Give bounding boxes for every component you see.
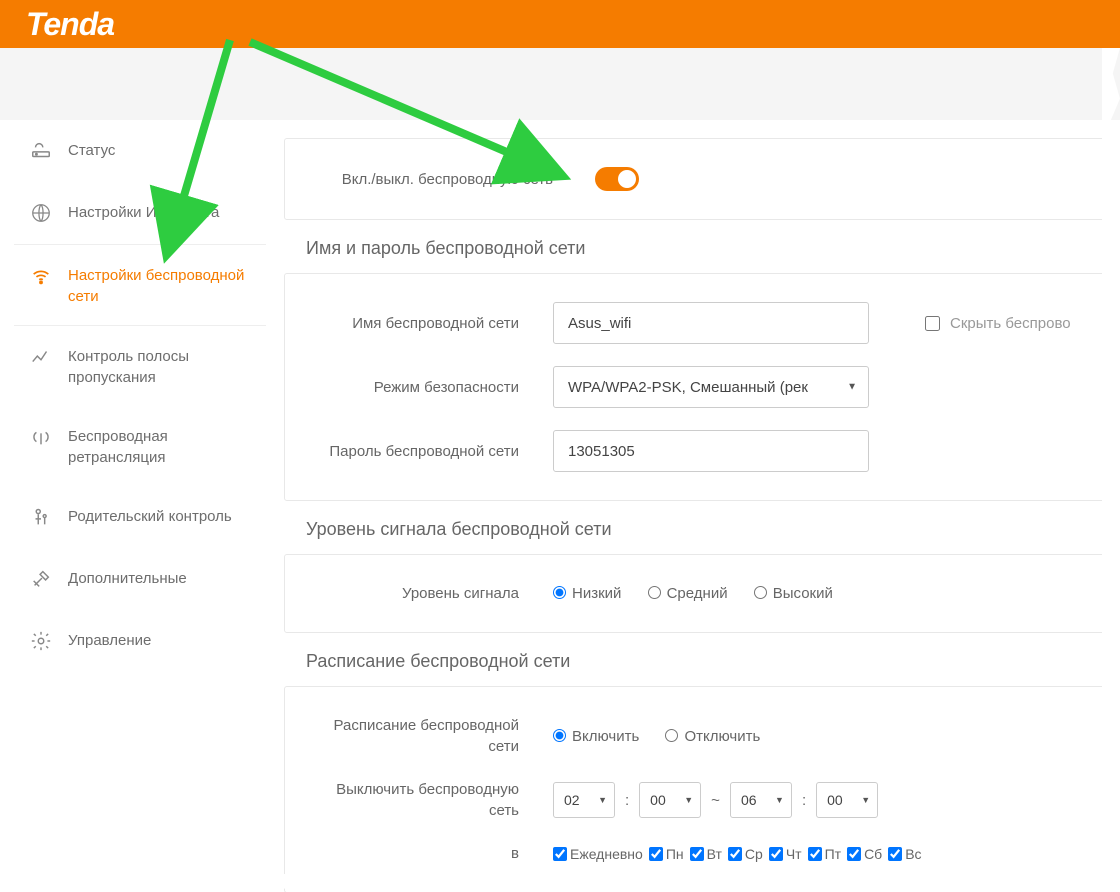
toolbar-spacer [0, 48, 1120, 120]
wifi-toggle-label: Вкл./выкл. беспроводную сеть [307, 171, 553, 188]
tools-icon [28, 566, 54, 592]
sidebar-item-advanced[interactable]: Дополнительные [14, 548, 266, 610]
sidebar-item-label: Настройки беспроводной сети [68, 263, 252, 307]
sidebar-item-wireless[interactable]: Настройки беспроводной сети [14, 244, 266, 326]
main-content: Вкл./выкл. беспроводную сеть Имя и парол… [266, 120, 1106, 892]
signal-high-radio[interactable]: Высокий [754, 585, 833, 602]
signal-level-label: Уровень сигнала [307, 583, 553, 604]
header: Tenda [0, 0, 1120, 48]
sidebar-item-label: Управление [68, 628, 151, 651]
days-in-label: в [307, 843, 553, 864]
time-colon-1: : [625, 792, 629, 809]
day-thu[interactable]: Чт [769, 846, 802, 862]
sidebar-item-internet[interactable]: Настройки Интернета [14, 182, 266, 244]
time-range: 02 : 00 ~ 06 : 00 [553, 782, 878, 818]
sidebar-item-management[interactable]: Управление [14, 610, 266, 672]
signal-level-radios: Низкий Средний Высокий [553, 585, 855, 602]
ssid-label: Имя беспроводной сети [307, 313, 553, 334]
sidebar-item-label: Статус [68, 138, 115, 161]
brand-logo: Tenda [26, 6, 114, 43]
sidebar-item-label: Родительский контроль [68, 504, 232, 527]
schedule-label: Расписание беспроводной сети [307, 715, 553, 757]
time-to-hour[interactable]: 06 [730, 782, 792, 818]
sidebar-item-label: Беспроводная ретрансляция [68, 424, 252, 468]
chart-line-icon [28, 344, 54, 370]
section-title-schedule: Расписание беспроводной сети [306, 651, 1106, 672]
wifi-toggle[interactable] [595, 167, 639, 191]
sidebar-item-bandwidth[interactable]: Контроль полосы пропускания [14, 326, 266, 406]
time-from-hour[interactable]: 02 [553, 782, 615, 818]
time-to-min[interactable]: 00 [816, 782, 878, 818]
sidebar-item-label: Дополнительные [68, 566, 187, 589]
off-time-label: Выключить беспроводную сеть [307, 779, 553, 821]
day-sun[interactable]: Вс [888, 846, 921, 862]
signal-panel: Уровень сигнала Низкий Средний Высокий [284, 554, 1106, 633]
name-password-panel: Имя беспроводной сети Скрыть беспрово Ре… [284, 273, 1106, 501]
sidebar-item-label: Контроль полосы пропускания [68, 344, 252, 388]
sidebar-item-repeater[interactable]: Беспроводная ретрансляция [14, 406, 266, 486]
sidebar-item-status[interactable]: Статус [14, 120, 266, 182]
days-checkboxes: Ежедневно Пн Вт Ср Чт Пт Сб Вс [553, 846, 926, 862]
sidebar-item-label: Настройки Интернета [68, 200, 219, 223]
router-icon [28, 138, 54, 164]
antenna-icon [28, 424, 54, 450]
day-wed[interactable]: Ср [728, 846, 763, 862]
hide-ssid-checkbox-input[interactable] [925, 316, 940, 331]
schedule-enable-radio[interactable]: Включить [553, 728, 639, 745]
sidebar-item-parental[interactable]: Родительский контроль [14, 486, 266, 548]
day-daily[interactable]: Ежедневно [553, 846, 643, 862]
password-label: Пароль беспроводной сети [307, 441, 553, 462]
time-tilde: ~ [711, 792, 720, 809]
security-mode-select[interactable]: WPA/WPA2-PSK, Смешанный (рек [553, 366, 869, 408]
schedule-disable-radio[interactable]: Отключить [665, 728, 760, 745]
hide-ssid-checkbox[interactable]: Скрыть беспрово [925, 315, 1071, 332]
wifi-toggle-panel: Вкл./выкл. беспроводную сеть [284, 138, 1106, 220]
security-mode-label: Режим безопасности [307, 377, 553, 398]
schedule-radios: Включить Отключить [553, 728, 782, 745]
schedule-panel: Расписание беспроводной сети Включить От… [284, 686, 1106, 892]
signal-mid-radio[interactable]: Средний [648, 585, 728, 602]
time-colon-2: : [802, 792, 806, 809]
day-sat[interactable]: Сб [847, 846, 882, 862]
day-mon[interactable]: Пн [649, 846, 684, 862]
family-icon [28, 504, 54, 530]
signal-low-radio[interactable]: Низкий [553, 585, 621, 602]
time-from-min[interactable]: 00 [639, 782, 701, 818]
day-fri[interactable]: Пт [808, 846, 841, 862]
globe-icon [28, 200, 54, 226]
day-tue[interactable]: Вт [690, 846, 722, 862]
wifi-icon [28, 263, 54, 289]
hide-ssid-label: Скрыть беспрово [950, 315, 1071, 332]
password-input[interactable] [553, 430, 869, 472]
ssid-input[interactable] [553, 302, 869, 344]
section-title-signal: Уровень сигнала беспроводной сети [306, 519, 1106, 540]
sidebar: Статус Настройки Интернета Настройки бес… [14, 120, 266, 892]
gear-icon [28, 628, 54, 654]
section-title-name-pwd: Имя и пароль беспроводной сети [306, 238, 1106, 259]
